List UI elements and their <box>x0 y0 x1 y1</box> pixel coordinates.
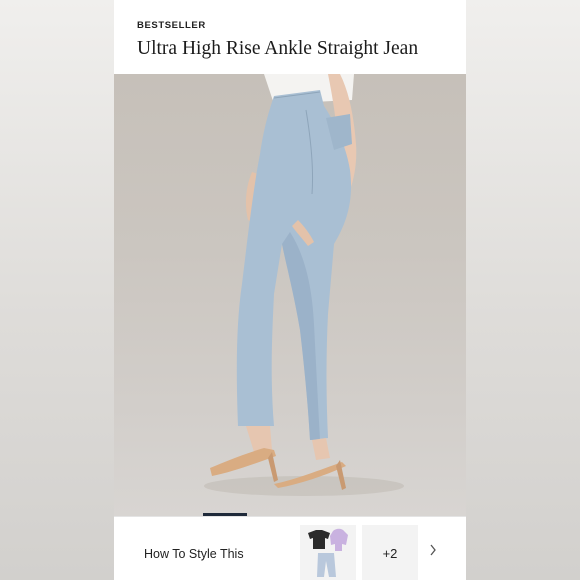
right-ankle <box>312 438 330 460</box>
background-right <box>466 0 580 580</box>
product-header: BESTSELLER Ultra High Rise Ankle Straigh… <box>114 0 466 74</box>
background-left <box>0 0 114 580</box>
left-ankle <box>246 426 272 452</box>
hoodie-icon <box>330 528 348 551</box>
style-section: How To Style This +2 <box>114 516 466 580</box>
product-title: Ultra High Rise Ankle Straight Jean <box>137 38 419 59</box>
bestseller-badge: BESTSELLER <box>137 20 206 31</box>
product-image[interactable] <box>114 74 466 516</box>
jeans-icon <box>317 553 336 577</box>
how-to-style-label: How To Style This <box>144 547 244 561</box>
outfit-thumbnail[interactable] <box>300 525 356 580</box>
chevron-right-icon[interactable] <box>426 543 440 557</box>
model-photo <box>204 74 404 496</box>
tshirt-icon <box>308 530 330 549</box>
more-count: +2 <box>382 545 398 561</box>
outfit-image <box>308 528 348 577</box>
left-sandal <box>210 448 276 476</box>
product-card: BESTSELLER Ultra High Rise Ankle Straigh… <box>114 0 466 580</box>
more-outfits-button[interactable]: +2 <box>362 525 418 580</box>
